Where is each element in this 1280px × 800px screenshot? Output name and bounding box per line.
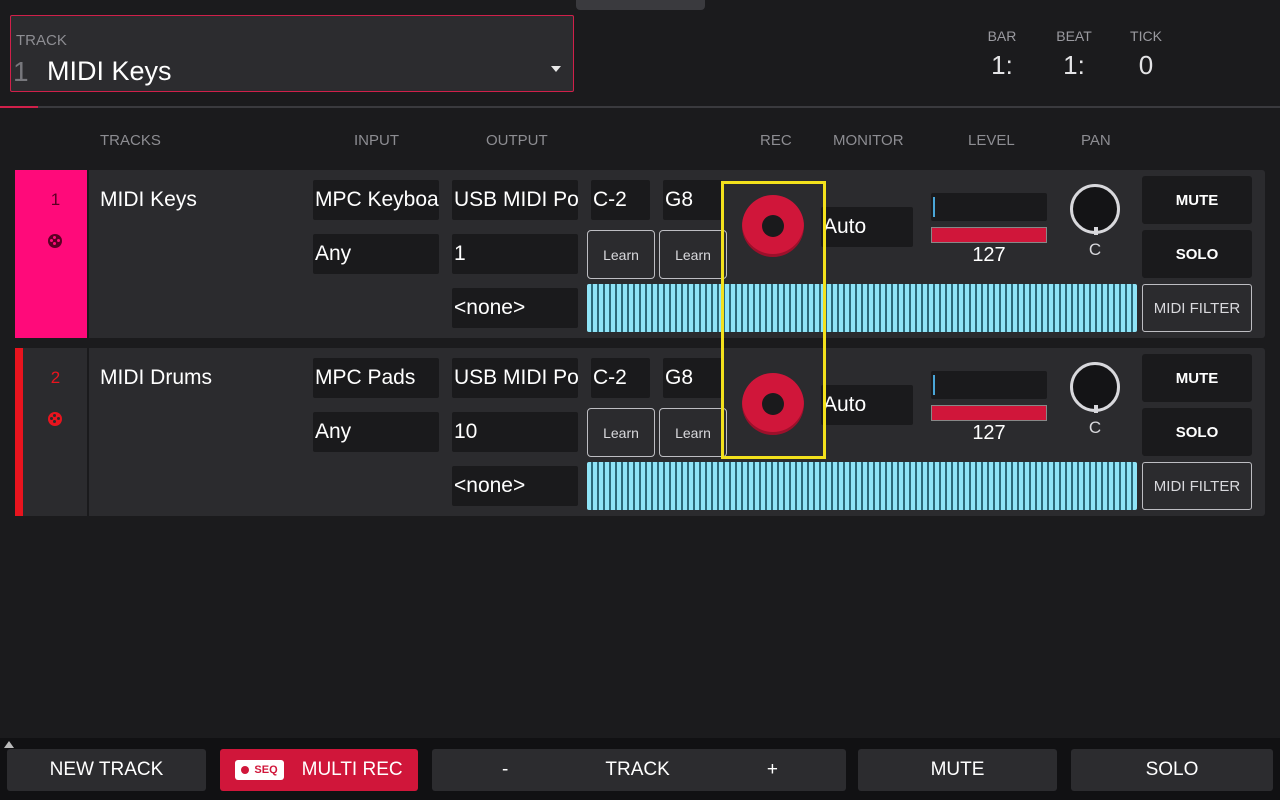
track-minus-button[interactable]: -: [502, 759, 508, 781]
midi-filter-button[interactable]: MIDI FILTER: [1142, 462, 1252, 510]
top-tab[interactable]: [576, 0, 705, 10]
column-header-pan: PAN: [1081, 132, 1111, 149]
solo-button[interactable]: SOLO: [1142, 230, 1252, 278]
seq-badge: SEQ: [235, 760, 284, 780]
track-number: 2: [50, 368, 61, 387]
seq-badge-label: SEQ: [254, 764, 278, 776]
track-name[interactable]: MIDI Drums: [100, 366, 212, 390]
midi-port-icon: [48, 234, 62, 248]
multi-rec-label: MULTI REC: [301, 759, 403, 780]
track-row[interactable]: 2 MIDI Drums MPC Pads Any USB MIDI Port …: [15, 348, 1265, 516]
column-header-monitor: MONITOR: [833, 132, 904, 149]
pan-knob[interactable]: [1070, 362, 1120, 413]
learn-low-button[interactable]: Learn: [587, 408, 655, 457]
input-channel-field[interactable]: Any: [313, 412, 439, 452]
mute-mode-button[interactable]: MUTE: [858, 749, 1057, 791]
column-header-rec: REC: [760, 132, 792, 149]
input-field[interactable]: MPC Pads: [313, 358, 439, 398]
chevron-down-icon: [551, 66, 561, 72]
output-channel-field[interactable]: 1: [452, 234, 578, 274]
tick-label: TICK: [1130, 28, 1162, 44]
mute-button[interactable]: MUTE: [1142, 176, 1252, 224]
high-note-field[interactable]: G8: [663, 358, 722, 398]
column-header-tracks: TRACKS: [100, 132, 161, 149]
track-nav-label: TRACK: [605, 759, 670, 780]
output-channel-field[interactable]: 10: [452, 412, 578, 452]
shift-icon[interactable]: [4, 741, 14, 748]
midi-port-icon: [48, 412, 62, 426]
keyboard-range[interactable]: [587, 462, 1137, 510]
track-number: 1: [50, 190, 61, 209]
input-channel-field[interactable]: Any: [313, 234, 439, 274]
program-field[interactable]: <none>: [452, 288, 578, 328]
track-plus-button[interactable]: +: [767, 759, 778, 781]
track-selector-label: TRACK: [16, 32, 67, 49]
rec-column-highlight: [721, 181, 826, 459]
track-selector-name: MIDI Keys: [47, 56, 172, 86]
header-divider: [0, 106, 1280, 108]
level-meter: [931, 371, 1047, 399]
track-name[interactable]: MIDI Keys: [100, 188, 197, 212]
learn-low-button[interactable]: Learn: [587, 230, 655, 279]
mute-button[interactable]: MUTE: [1142, 354, 1252, 402]
pan-value: C: [1088, 418, 1102, 437]
multi-rec-button[interactable]: SEQ MULTI REC: [220, 749, 418, 791]
pan-value: C: [1088, 240, 1102, 259]
learn-high-button[interactable]: Learn: [659, 230, 727, 279]
pan-knob[interactable]: [1070, 184, 1120, 235]
midi-filter-button[interactable]: MIDI FILTER: [1142, 284, 1252, 332]
output-field[interactable]: USB MIDI Port 1: [452, 358, 578, 398]
level-value: 127: [972, 244, 1006, 266]
beat-value[interactable]: 1:: [1044, 50, 1104, 81]
column-header-output: OUTPUT: [486, 132, 548, 149]
level-slider[interactable]: [931, 227, 1047, 243]
level-meter: [931, 193, 1047, 221]
track-selector[interactable]: TRACK 1 MIDI Keys: [10, 15, 574, 92]
tick-value[interactable]: 0: [1116, 50, 1176, 81]
track-color-stripe: [15, 170, 23, 338]
low-note-field[interactable]: C-2: [591, 358, 650, 398]
column-header-level: LEVEL: [968, 132, 1015, 149]
bar-label: BAR: [987, 28, 1017, 44]
program-field[interactable]: <none>: [452, 466, 578, 506]
new-track-button[interactable]: NEW TRACK: [7, 749, 206, 791]
track-nav-button[interactable]: - TRACK +: [432, 749, 846, 791]
track-row[interactable]: 1 MIDI Keys MPC Keyboard Any USB MIDI Po…: [15, 170, 1265, 338]
track-color-stripe: [15, 348, 23, 516]
monitor-field[interactable]: Auto: [821, 385, 913, 425]
record-dot-icon: [241, 766, 250, 774]
beat-label: BEAT: [1056, 28, 1092, 44]
level-value: 127: [972, 422, 1006, 444]
solo-mode-button[interactable]: SOLO: [1071, 749, 1273, 791]
high-note-field[interactable]: G8: [663, 180, 722, 220]
input-field[interactable]: MPC Keyboard: [313, 180, 439, 220]
output-field[interactable]: USB MIDI Port 1: [452, 180, 578, 220]
monitor-field[interactable]: Auto: [821, 207, 913, 247]
level-slider[interactable]: [931, 405, 1047, 421]
column-header-input: INPUT: [354, 132, 399, 149]
learn-high-button[interactable]: Learn: [659, 408, 727, 457]
solo-button[interactable]: SOLO: [1142, 408, 1252, 456]
track-selector-number: 1: [13, 56, 29, 87]
low-note-field[interactable]: C-2: [591, 180, 650, 220]
header-divider-accent: [0, 106, 38, 108]
keyboard-range[interactable]: [587, 284, 1137, 332]
bar-value[interactable]: 1:: [972, 50, 1032, 81]
